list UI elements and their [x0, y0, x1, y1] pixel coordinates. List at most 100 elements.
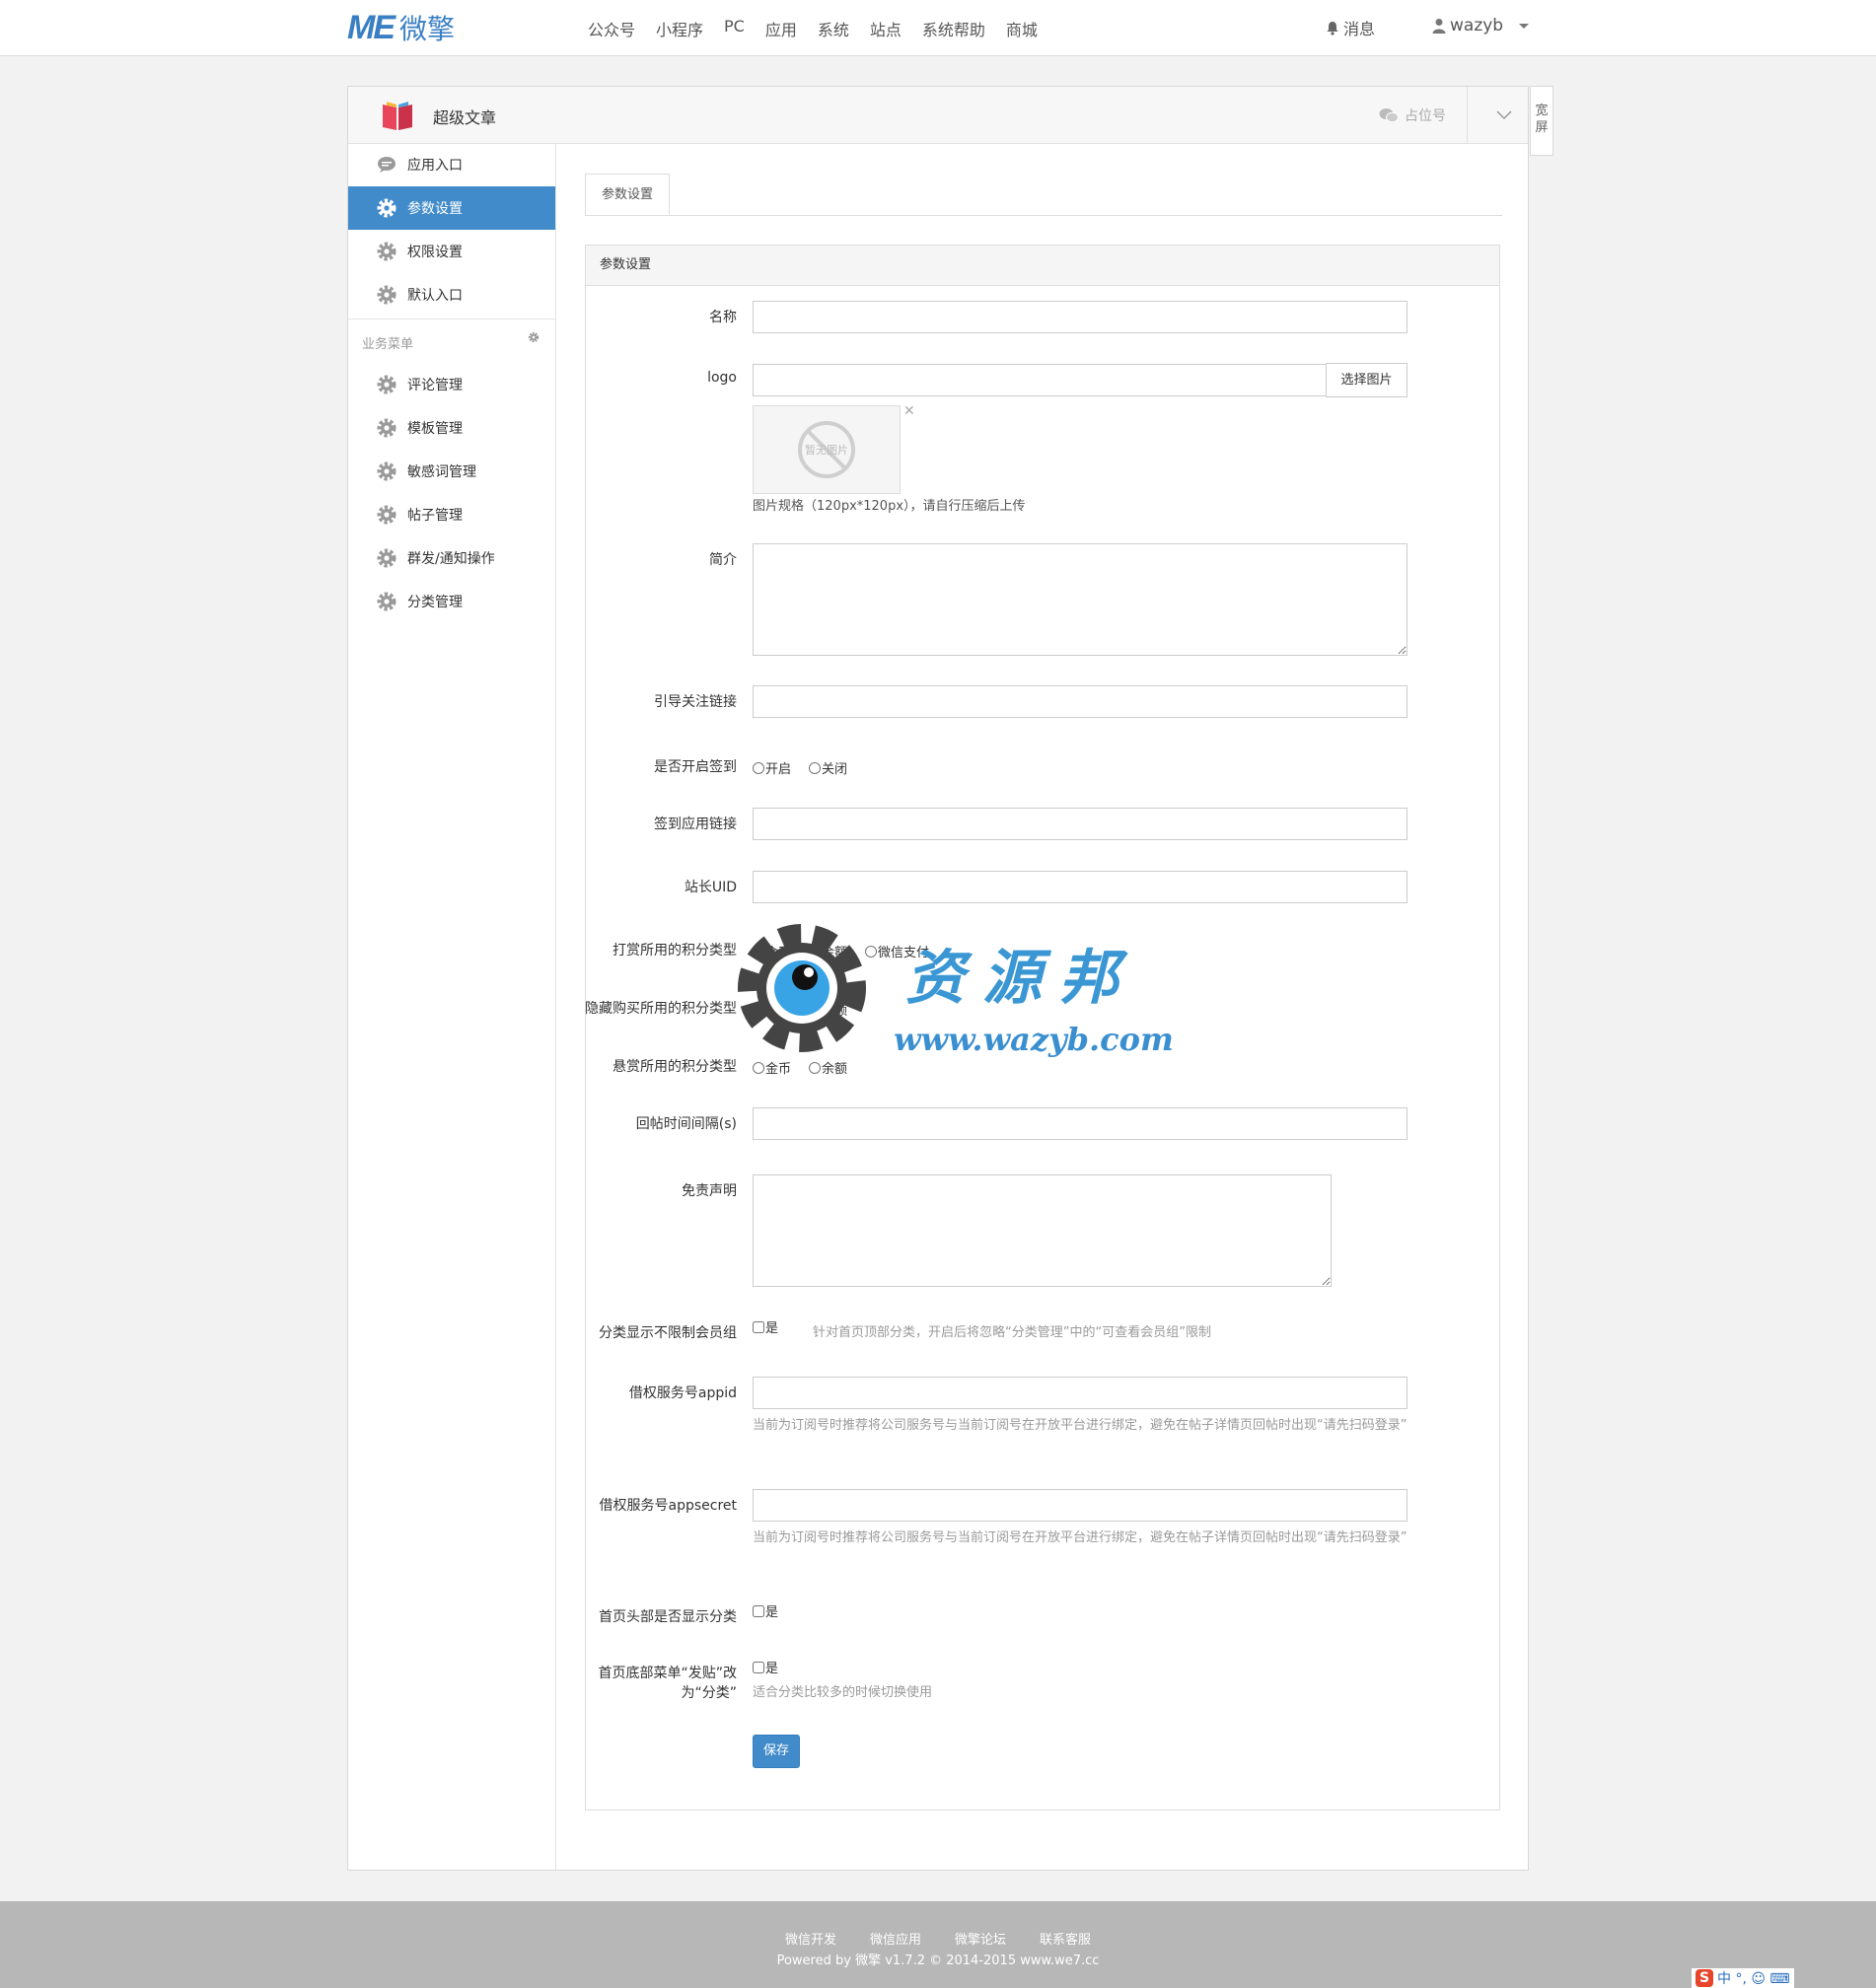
signin-link-label: 签到应用链接 [654, 816, 737, 832]
sidebar-item-broadcast[interactable]: 群发/通知操作 [348, 536, 555, 580]
logo-preview: 暂无图片 [753, 405, 901, 494]
bottom-menu-checkbox[interactable] [753, 1661, 764, 1673]
disclaimer-textarea[interactable] [753, 1174, 1332, 1287]
tab-settings[interactable]: 参数设置 [585, 174, 670, 215]
ime-toolbar[interactable]: S 中 °, ☺ ⌨ [1692, 1968, 1794, 1988]
nav-item-apps[interactable]: 应用 [765, 17, 797, 40]
nav-item-mini-program[interactable]: 小程序 [656, 17, 703, 40]
signin-link-input[interactable] [753, 808, 1407, 840]
signin-on-option[interactable]: 开启 [753, 758, 791, 777]
gear-icon [376, 461, 397, 482]
category-nolimit-option[interactable]: 是 [753, 1317, 778, 1336]
home-header-category-option[interactable]: 是 [753, 1601, 778, 1620]
bounty-gold-radio[interactable] [753, 1061, 764, 1074]
chevron-down-icon[interactable] [1494, 105, 1514, 124]
intro-textarea[interactable] [753, 543, 1407, 656]
content-tabs: 参数设置 [585, 174, 1502, 216]
gear-icon [376, 197, 397, 219]
watermark-url: www.wazyb.com [894, 1021, 1174, 1058]
sidebar-item-permissions[interactable]: 权限设置 [348, 230, 555, 273]
footer-copyright: Powered by 微擎 v1.7.2 © 2014-2015 www.we7… [776, 1953, 1100, 1968]
owner-uid-input[interactable] [753, 871, 1407, 903]
sidebar-item-default-entry[interactable]: 默认入口 [348, 273, 555, 317]
sidebar-item-categories[interactable]: 分类管理 [348, 580, 555, 623]
no-image-icon: 暂无图片 [798, 421, 855, 478]
gear-icon [376, 374, 397, 395]
user-menu[interactable]: wazyb [1432, 16, 1530, 36]
user-icon [1432, 19, 1446, 34]
bottom-menu-option[interactable]: 是 [753, 1658, 778, 1676]
category-nolimit-check-text: 是 [765, 1321, 779, 1336]
sidebar-item-templates[interactable]: 模板管理 [348, 406, 555, 450]
logo-label: logo [707, 370, 737, 386]
logo-help-text: 图片规格（120px*120px），请自行压缩后上传 [753, 499, 1026, 514]
select-image-button[interactable]: 选择图片 [1326, 363, 1407, 397]
signin-radio-group: 开启 关闭 [753, 758, 865, 777]
gear-icon [376, 284, 397, 306]
hidden-buy-label: 隐藏购买所用的积分类型 [585, 1001, 737, 1017]
sidebar-item-label: 敏感词管理 [407, 464, 476, 480]
wide-screen-toggle[interactable]: 宽屏 [1530, 86, 1553, 156]
top-navbar: ME 微擎 公众号 小程序 PC 应用 系统 站点 系统帮助 商城 消息 waz… [0, 0, 1876, 56]
sidebar-item-label: 帖子管理 [407, 508, 463, 524]
sidebar-item-posts[interactable]: 帖子管理 [348, 493, 555, 536]
reply-interval-label: 回帖时间间隔(s) [635, 1116, 737, 1132]
sidebar-item-label: 评论管理 [407, 378, 463, 393]
footer-link-wechat-dev[interactable]: 微信开发 [785, 1929, 836, 1948]
appid-input[interactable] [753, 1377, 1407, 1409]
appid-label: 借权服务号appid [628, 1385, 737, 1401]
ime-status-text: 中 °, ☺ ⌨ [1717, 1971, 1790, 1987]
category-nolimit-label: 分类显示不限制会员组 [599, 1325, 737, 1341]
sidebar-item-sensitive-words[interactable]: 敏感词管理 [348, 450, 555, 493]
app-title: 超级文章 [433, 108, 497, 127]
sidebar-section-title: 业务菜单 [362, 337, 414, 352]
home-header-category-checkbox[interactable] [753, 1604, 764, 1617]
footer-link-wechat-apps[interactable]: 微信应用 [870, 1929, 921, 1948]
appsecret-input[interactable] [753, 1489, 1407, 1522]
brand-logo[interactable]: ME 微擎 [347, 9, 455, 46]
panel-header: 超级文章 占位号 [348, 87, 1528, 144]
save-button[interactable]: 保存 [753, 1735, 800, 1768]
footer-link-support[interactable]: 联系客服 [1040, 1929, 1091, 1948]
signin-on-radio[interactable] [753, 761, 764, 774]
sidebar-item-settings[interactable]: 参数设置 [348, 186, 555, 230]
signin-off-radio[interactable] [809, 761, 822, 774]
signin-off-option[interactable]: 关闭 [809, 758, 847, 777]
messages-link[interactable]: 消息 [1326, 16, 1375, 39]
signin-label: 是否开启签到 [654, 759, 737, 775]
name-label: 名称 [709, 310, 737, 325]
guide-link-input[interactable] [753, 685, 1407, 718]
account-slot[interactable]: 占位号 [1379, 106, 1446, 125]
nav-item-site[interactable]: 站点 [870, 17, 902, 40]
gear-icon [376, 591, 397, 612]
form-title: 参数设置 [586, 246, 1499, 286]
appid-help: 当前为订阅号时推荐将公司服务号与当前订阅号在开放平台进行绑定，避免在帖子详情页回… [753, 1418, 1407, 1433]
owner-uid-label: 站长UID [684, 880, 737, 895]
nav-item-store[interactable]: 商城 [1006, 17, 1038, 40]
section-settings-gear-icon[interactable] [528, 331, 540, 343]
bottom-menu-label-line1: 首页底部菜单“发贴”改 [598, 1666, 737, 1681]
username: wazyb [1450, 16, 1504, 36]
main-menu: 公众号 小程序 PC 应用 系统 站点 系统帮助 商城 [588, 17, 1058, 40]
bottom-menu-label-line2: 为“分类” [681, 1685, 737, 1701]
header-divider [1467, 87, 1468, 143]
category-nolimit-checkbox[interactable] [753, 1320, 764, 1333]
logo-url-input[interactable] [753, 364, 1327, 396]
gear-icon [376, 504, 397, 526]
watermark: 资源邦 www.wazyb.com [718, 914, 1174, 1062]
remove-image-icon[interactable]: ✕ [903, 403, 915, 419]
wechat-icon [1379, 108, 1399, 123]
nav-item-pc[interactable]: PC [724, 17, 745, 40]
name-input[interactable] [753, 301, 1407, 333]
appsecret-label: 借权服务号appsecret [599, 1498, 737, 1514]
nav-item-help[interactable]: 系统帮助 [922, 17, 985, 40]
reply-interval-input[interactable] [753, 1107, 1407, 1140]
sidebar-item-app-entry[interactable]: 应用入口 [348, 143, 555, 186]
nav-item-official-account[interactable]: 公众号 [588, 17, 635, 40]
footer-link-forum[interactable]: 微擎论坛 [955, 1929, 1006, 1948]
nav-item-system[interactable]: 系统 [818, 17, 849, 40]
sidebar-item-comments[interactable]: 评论管理 [348, 363, 555, 406]
bounty-balance-radio[interactable] [809, 1061, 822, 1074]
disclaimer-label: 免责声明 [682, 1183, 737, 1199]
signin-off-text: 关闭 [822, 762, 848, 777]
